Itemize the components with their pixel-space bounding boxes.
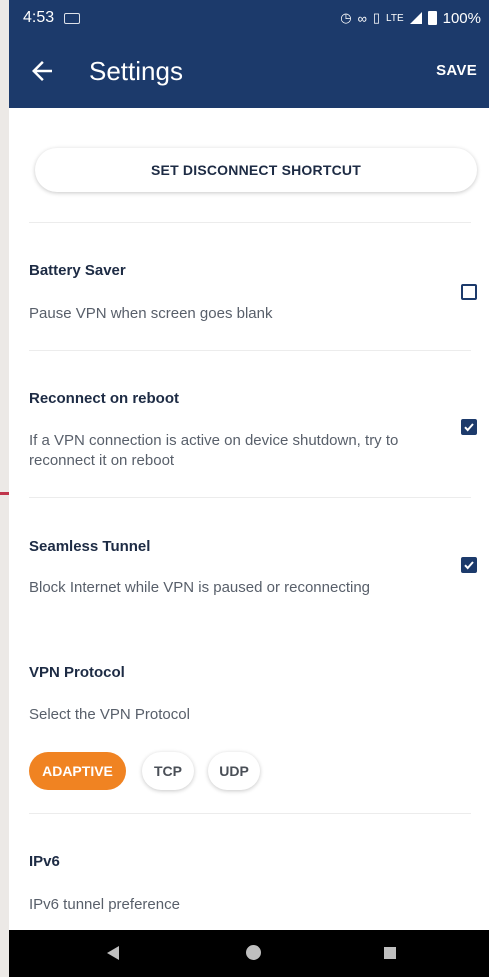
vpn-protocol-description: Select the VPN Protocol xyxy=(29,706,190,723)
vpn-protocol-title: VPN Protocol xyxy=(29,664,125,681)
ipv6-title: IPv6 xyxy=(29,853,60,870)
protocol-option-adaptive[interactable]: ADAPTIVE xyxy=(29,752,126,790)
protocol-option-tcp[interactable]: TCP xyxy=(142,752,194,790)
seamless-tunnel-description: Block Internet while VPN is paused or re… xyxy=(29,579,371,596)
system-nav-bar xyxy=(9,930,489,977)
set-disconnect-shortcut-button[interactable]: SET DISCONNECT SHORTCUT xyxy=(35,148,477,192)
divider xyxy=(29,497,471,498)
edge-marker xyxy=(0,492,9,495)
message-icon xyxy=(64,12,81,24)
nav-recents-icon[interactable] xyxy=(384,947,396,959)
network-type: LTE xyxy=(386,12,404,24)
nav-back-icon[interactable] xyxy=(107,946,119,960)
status-time: 4:53 xyxy=(23,9,55,26)
protocol-option-udp[interactable]: UDP xyxy=(208,752,260,790)
phone-screen: 4:53 ◷ ∞ ▯ LTE 100% Settings SAVE SET DI… xyxy=(9,0,489,977)
battery-percent: 100% xyxy=(442,9,481,27)
vpn-key-icon: ∞ xyxy=(357,10,367,26)
seamless-tunnel-checkbox[interactable] xyxy=(461,557,477,573)
page-title: Settings xyxy=(89,56,183,86)
reconnect-on-reboot-description: If a VPN connection is active on device … xyxy=(29,432,399,469)
vibrate-icon: ▯ xyxy=(372,10,381,25)
battery-saver-checkbox[interactable] xyxy=(461,284,477,300)
status-bar: 4:53 ◷ ∞ ▯ LTE 100% xyxy=(9,0,489,36)
signal-icon xyxy=(409,12,422,24)
battery-saver-title: Battery Saver xyxy=(29,262,126,279)
check-icon xyxy=(464,561,474,570)
check-icon xyxy=(464,423,474,432)
battery-icon xyxy=(427,11,437,25)
status-icons: ◷ ∞ ▯ LTE 100% xyxy=(340,0,481,36)
divider xyxy=(29,350,471,351)
seamless-tunnel-title: Seamless Tunnel xyxy=(29,538,151,555)
divider xyxy=(29,222,471,223)
back-arrow-icon[interactable] xyxy=(27,56,57,86)
ipv6-description: IPv6 tunnel preference xyxy=(29,896,180,913)
app-bar: Settings SAVE xyxy=(9,36,489,108)
reconnect-on-reboot-title: Reconnect on reboot xyxy=(29,390,180,407)
nav-home-icon[interactable] xyxy=(246,945,261,960)
alarm-icon: ◷ xyxy=(340,10,352,25)
divider xyxy=(29,813,471,814)
reconnect-on-reboot-checkbox[interactable] xyxy=(461,419,477,435)
save-button[interactable]: SAVE xyxy=(436,60,477,82)
battery-saver-description: Pause VPN when screen goes blank xyxy=(29,305,273,322)
